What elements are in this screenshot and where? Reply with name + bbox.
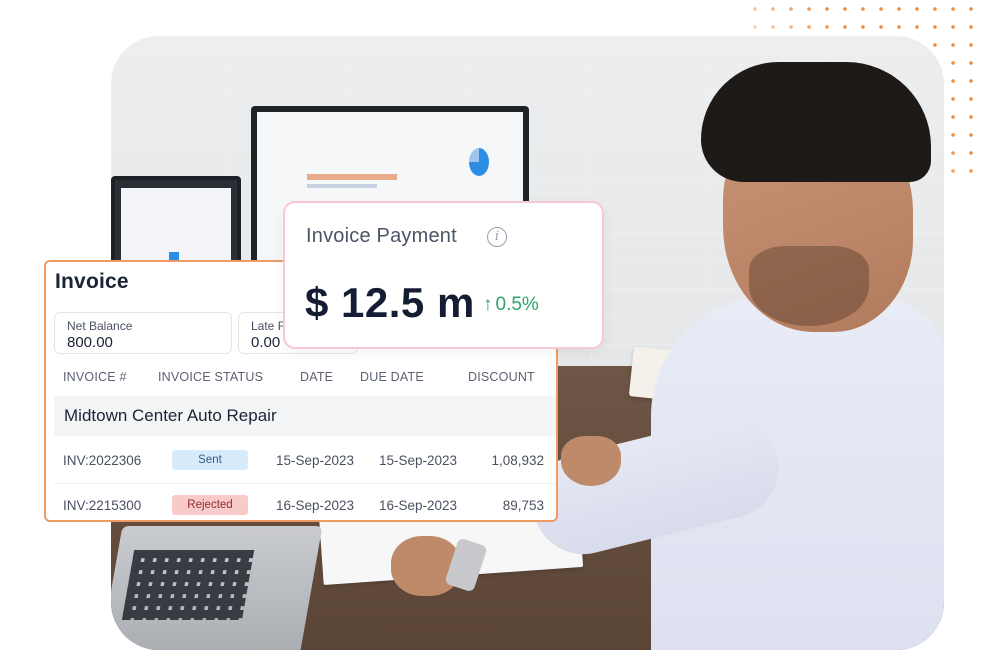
payment-change-value: 0.5% (495, 294, 539, 315)
column-header-discount[interactable]: DISCOUNT (468, 370, 535, 384)
group-row: Midtown Center Auto Repair (54, 396, 556, 436)
arrow-up-icon: ↑ (483, 294, 493, 315)
payment-change: ↑ 0.5% (483, 294, 539, 316)
person-hand (561, 436, 621, 486)
invoice-date: 16-Sep-2023 (276, 498, 355, 513)
column-header-status[interactable]: INVOICE STATUS (158, 370, 263, 384)
invoice-number[interactable]: INV:2215300 (63, 498, 141, 513)
invoice-due-date: 16-Sep-2023 (379, 498, 458, 513)
invoice-number[interactable]: INV:2022306 (63, 453, 141, 468)
invoice-payment-card: Invoice Payment i $ 12.5 m ↑ 0.5% (283, 201, 604, 349)
net-balance-value: 800.00 (67, 334, 113, 351)
invoice-discount: 89,753 (502, 498, 544, 513)
payment-title: Invoice Payment (306, 225, 457, 247)
pie-chart-icon (469, 148, 489, 176)
person-hair (701, 62, 931, 182)
net-balance-box: Net Balance 800.00 (54, 312, 232, 354)
info-icon[interactable]: i (487, 227, 507, 247)
invoice-due-date: 15-Sep-2023 (379, 453, 458, 468)
invoice-title: Invoice (55, 270, 129, 293)
column-header-invoice[interactable]: INVOICE # (63, 370, 127, 384)
status-badge: Sent (172, 450, 248, 470)
column-header-date[interactable]: DATE (300, 370, 333, 384)
status-badge: Rejected (172, 495, 248, 515)
payment-amount: $ 12.5 m (305, 279, 475, 326)
table-header: INVOICE # INVOICE STATUS DATE DUE DATE D… (46, 370, 556, 390)
invoice-discount: 1,08,932 (491, 453, 544, 468)
invoice-date: 15-Sep-2023 (276, 453, 355, 468)
column-header-due-date[interactable]: DUE DATE (360, 370, 424, 384)
table-row[interactable]: INV:2215300 Rejected 16-Sep-2023 16-Sep-… (54, 484, 556, 528)
person-beard (749, 246, 869, 326)
group-name: Midtown Center Auto Repair (64, 406, 277, 425)
table-row[interactable]: INV:2022306 Sent 15-Sep-2023 15-Sep-2023… (54, 439, 556, 484)
laptop (111, 526, 323, 650)
net-balance-label: Net Balance (67, 319, 133, 333)
